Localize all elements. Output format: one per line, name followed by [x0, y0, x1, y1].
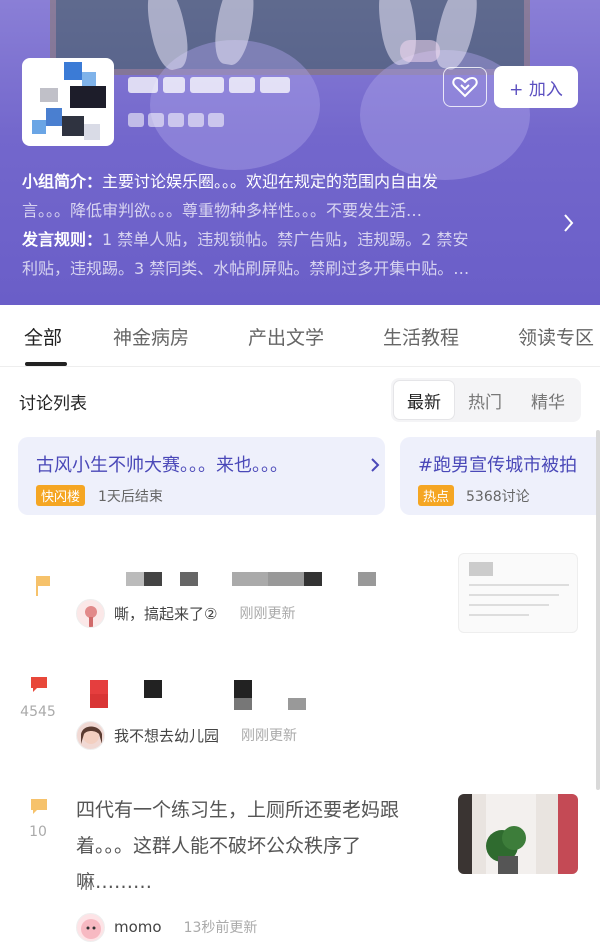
intro-label: 小组简介： — [22, 172, 103, 191]
flag-icon — [36, 576, 50, 596]
avatar[interactable] — [76, 598, 105, 628]
post-item[interactable]: 10 四代有一个练习生，上厕所还要老妈跟着。。。这群人能不破坏公众秩序了嘛………… — [0, 790, 600, 945]
avatar[interactable] — [76, 720, 105, 750]
avatar[interactable] — [76, 912, 105, 942]
comment-icon — [31, 677, 47, 692]
post-text: 四代有一个练习生，上厕所还要老妈跟着。。。这群人能不破坏公众秩序了嘛……… — [76, 799, 400, 893]
post-time: 13秒前更新 — [183, 920, 258, 936]
topic-title: #跑男宣传城市被拍 — [418, 455, 578, 476]
group-intro[interactable]: 小组简介：主要讨论娱乐圈。。。欢迎在规定的范围内自由发 言。。。降低审判欲。。。… — [22, 167, 552, 283]
group-avatar[interactable] — [22, 58, 114, 146]
topic-title: 古风小生不帅大赛。。。来也。。。 — [36, 455, 288, 476]
rules-text-cont: 利贴，违规踢。3 禁同类、水帖刷屏贴。禁刷过多开集中贴。… — [22, 259, 470, 278]
chevron-right-icon — [371, 458, 380, 472]
post-author-row: 我不想去幼儿园 刚刚更新 — [76, 720, 297, 750]
post-time: 刚刚更新 — [241, 728, 298, 744]
post-author[interactable]: 嘶，搞起来了② — [114, 603, 217, 624]
tab-shenjin-ward[interactable]: 神金病房 — [113, 323, 189, 350]
rules-label: 发言规则： — [22, 230, 103, 249]
sort-toggle: 最新 热门 精华 — [391, 378, 581, 422]
post-item[interactable]: 嘶，搞起来了② 刚刚更新 — [0, 550, 600, 650]
topic-meta: 1天后结束 — [98, 489, 163, 505]
topic-tag: 快闪楼 — [36, 485, 86, 506]
sort-latest[interactable]: 最新 — [393, 380, 455, 420]
post-author[interactable]: momo — [114, 918, 162, 936]
join-group-button[interactable]: + 加入 — [494, 66, 578, 108]
sort-hot[interactable]: 热门 — [468, 388, 502, 413]
category-tabs: 全部 神金病房 产出文学 生活教程 领读专区 — [0, 305, 600, 367]
chevron-right-icon[interactable] — [563, 212, 575, 234]
post-author-row: momo 13秒前更新 — [76, 912, 257, 942]
reply-count: 10 — [29, 824, 47, 840]
topic-meta: 5368讨论 — [466, 489, 530, 505]
reply-count: 4545 — [20, 704, 56, 720]
post-time: 刚刚更新 — [239, 606, 296, 622]
topic-card[interactable]: #跑男宣传城市被拍 热点 5368讨论 — [400, 437, 600, 515]
follow-heart-button[interactable] — [443, 67, 487, 107]
post-author[interactable]: 我不想去幼儿园 — [114, 725, 219, 746]
tab-reading[interactable]: 领读专区 — [518, 323, 594, 350]
heart-icon — [452, 76, 478, 98]
active-tab-indicator — [25, 362, 67, 366]
intro-text: 主要讨论娱乐圈。。。欢迎在规定的范围内自由发 — [102, 172, 439, 191]
scrollbar[interactable] — [596, 430, 600, 790]
rules-text: 1 禁单人贴，违规锁帖。禁广告贴，违规踢。2 禁安 — [102, 230, 469, 249]
post-thumbnail[interactable] — [458, 794, 578, 874]
intro-text-cont: 言。。。降低审判欲。。。尊重物种多样性。。。不要发生活… — [22, 201, 423, 220]
post-item[interactable]: 4545 我不想去幼儿园 刚刚更新 — [0, 668, 600, 768]
header-background-bow — [400, 40, 440, 62]
group-stats-redacted — [128, 112, 228, 128]
tab-literature[interactable]: 产出文学 — [248, 323, 324, 350]
discussion-list-title: 讨论列表 — [19, 394, 87, 414]
topic-card[interactable]: 古风小生不帅大赛。。。来也。。。 快闪楼 1天后结束 — [18, 437, 385, 515]
tab-life-tutorial[interactable]: 生活教程 — [383, 323, 459, 350]
group-header: + 加入 小组简介：主要讨论娱乐圈。。。欢迎在规定的范围内自由发 言。。。降低审… — [0, 0, 600, 305]
post-thumbnail[interactable] — [458, 553, 578, 633]
group-name-redacted — [128, 74, 295, 100]
comment-icon — [31, 799, 47, 814]
tab-all[interactable]: 全部 — [24, 323, 62, 350]
topic-tag: 热点 — [418, 485, 455, 506]
sort-featured[interactable]: 精华 — [531, 388, 565, 413]
post-author-row: 嘶，搞起来了② 刚刚更新 — [76, 598, 295, 628]
